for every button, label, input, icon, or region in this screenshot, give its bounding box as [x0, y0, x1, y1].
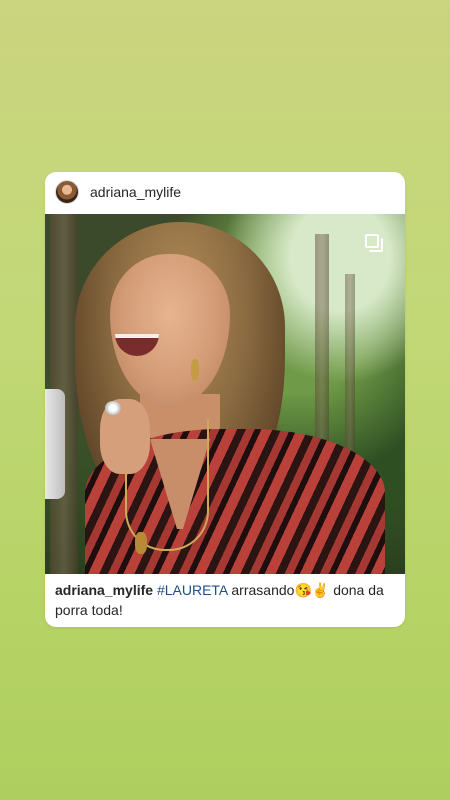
post-header: adriana_mylife — [45, 172, 405, 212]
post-caption: adriana_mylife #LAURETA arrasando😘✌ dona… — [55, 580, 395, 620]
post-photo[interactable] — [45, 214, 405, 574]
caption-emojis: 😘✌ — [294, 582, 330, 598]
caption-hashtag[interactable]: #LAURETA — [157, 582, 228, 598]
post-card: adriana_mylife adriana_mylife #LAURETA a… — [45, 172, 405, 627]
avatar[interactable] — [55, 180, 79, 204]
post-username[interactable]: adriana_mylife — [90, 184, 181, 200]
caption-text: arrasando — [231, 582, 295, 598]
caption-username[interactable]: adriana_mylife — [55, 582, 153, 598]
multiple-photos-icon — [363, 234, 383, 252]
